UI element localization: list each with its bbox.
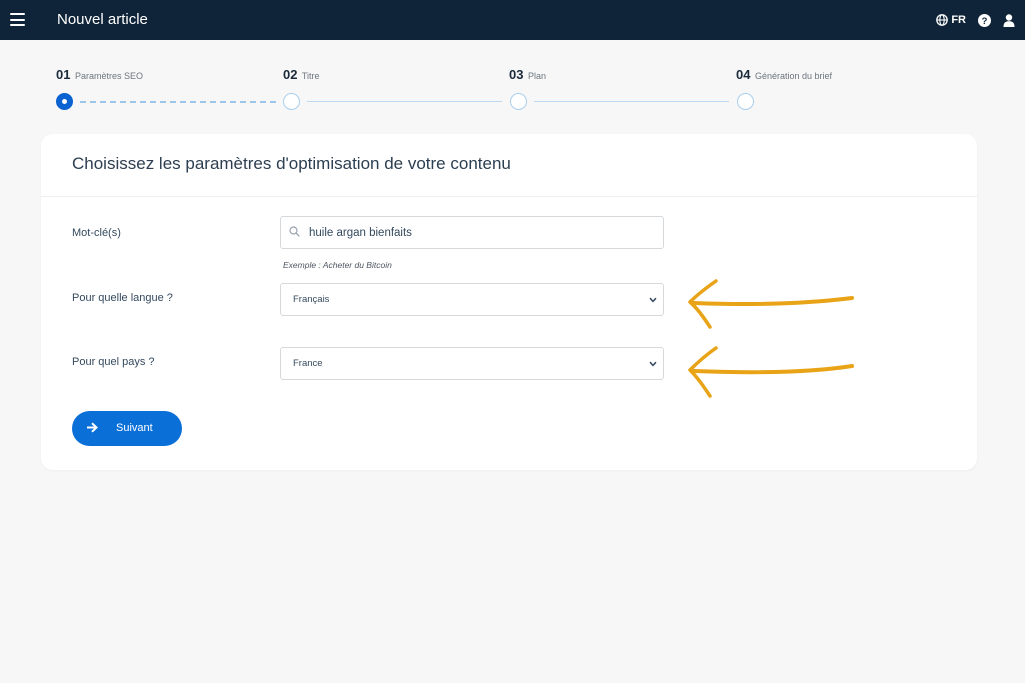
step-3[interactable]: 03 Plan bbox=[509, 67, 546, 82]
step-2[interactable]: 02 Titre bbox=[283, 67, 319, 82]
step-connector-3 bbox=[534, 101, 729, 102]
step-4-number: 04 bbox=[736, 67, 751, 82]
next-button[interactable]: Suivant bbox=[72, 411, 182, 446]
step-connector-1 bbox=[80, 101, 276, 103]
country-label: Pour quel pays ? bbox=[72, 356, 155, 368]
step-1[interactable]: 01 Paramètres SEO bbox=[56, 67, 143, 82]
keyword-label: Mot-clé(s) bbox=[72, 227, 121, 239]
search-icon bbox=[289, 226, 300, 237]
hand-drawn-arrow-left-icon bbox=[688, 346, 854, 398]
step-2-number: 02 bbox=[283, 67, 298, 82]
card-header: Choisissez les paramètres d'optimisation… bbox=[41, 134, 977, 197]
step-3-label: Plan bbox=[527, 71, 546, 81]
step-4[interactable]: 04 Génération du brief bbox=[736, 67, 832, 82]
card-title: Choisissez les paramètres d'optimisation… bbox=[72, 154, 511, 173]
chevron-down-icon bbox=[649, 361, 657, 367]
next-button-label: Suivant bbox=[116, 422, 153, 434]
step-1-indicator bbox=[56, 93, 73, 110]
step-2-indicator bbox=[283, 93, 300, 110]
country-select[interactable]: France bbox=[280, 347, 664, 380]
step-connector-2 bbox=[307, 101, 502, 102]
hand-drawn-arrow-left-icon bbox=[688, 279, 854, 329]
step-4-label: Génération du brief bbox=[754, 71, 833, 81]
language-label: Pour quelle langue ? bbox=[72, 292, 173, 304]
keyword-input[interactable] bbox=[309, 217, 649, 248]
step-3-number: 03 bbox=[509, 67, 524, 82]
arrow-right-icon bbox=[87, 422, 98, 433]
step-1-label: Paramètres SEO bbox=[74, 71, 144, 81]
language-select[interactable]: Français bbox=[280, 283, 664, 316]
country-select-value: France bbox=[293, 358, 323, 369]
keyword-hint: Exemple : Acheter du Bitcoin bbox=[283, 260, 392, 270]
keyword-field[interactable] bbox=[280, 216, 664, 249]
step-2-label: Titre bbox=[301, 71, 320, 81]
step-4-indicator bbox=[737, 93, 754, 110]
progress-stepper: 01 Paramètres SEO 02 Titre 03 Plan 04 Gé… bbox=[0, 0, 1025, 120]
language-select-value: Français bbox=[293, 294, 330, 305]
step-1-number: 01 bbox=[56, 67, 71, 82]
chevron-down-icon bbox=[649, 297, 657, 303]
step-3-indicator bbox=[510, 93, 527, 110]
